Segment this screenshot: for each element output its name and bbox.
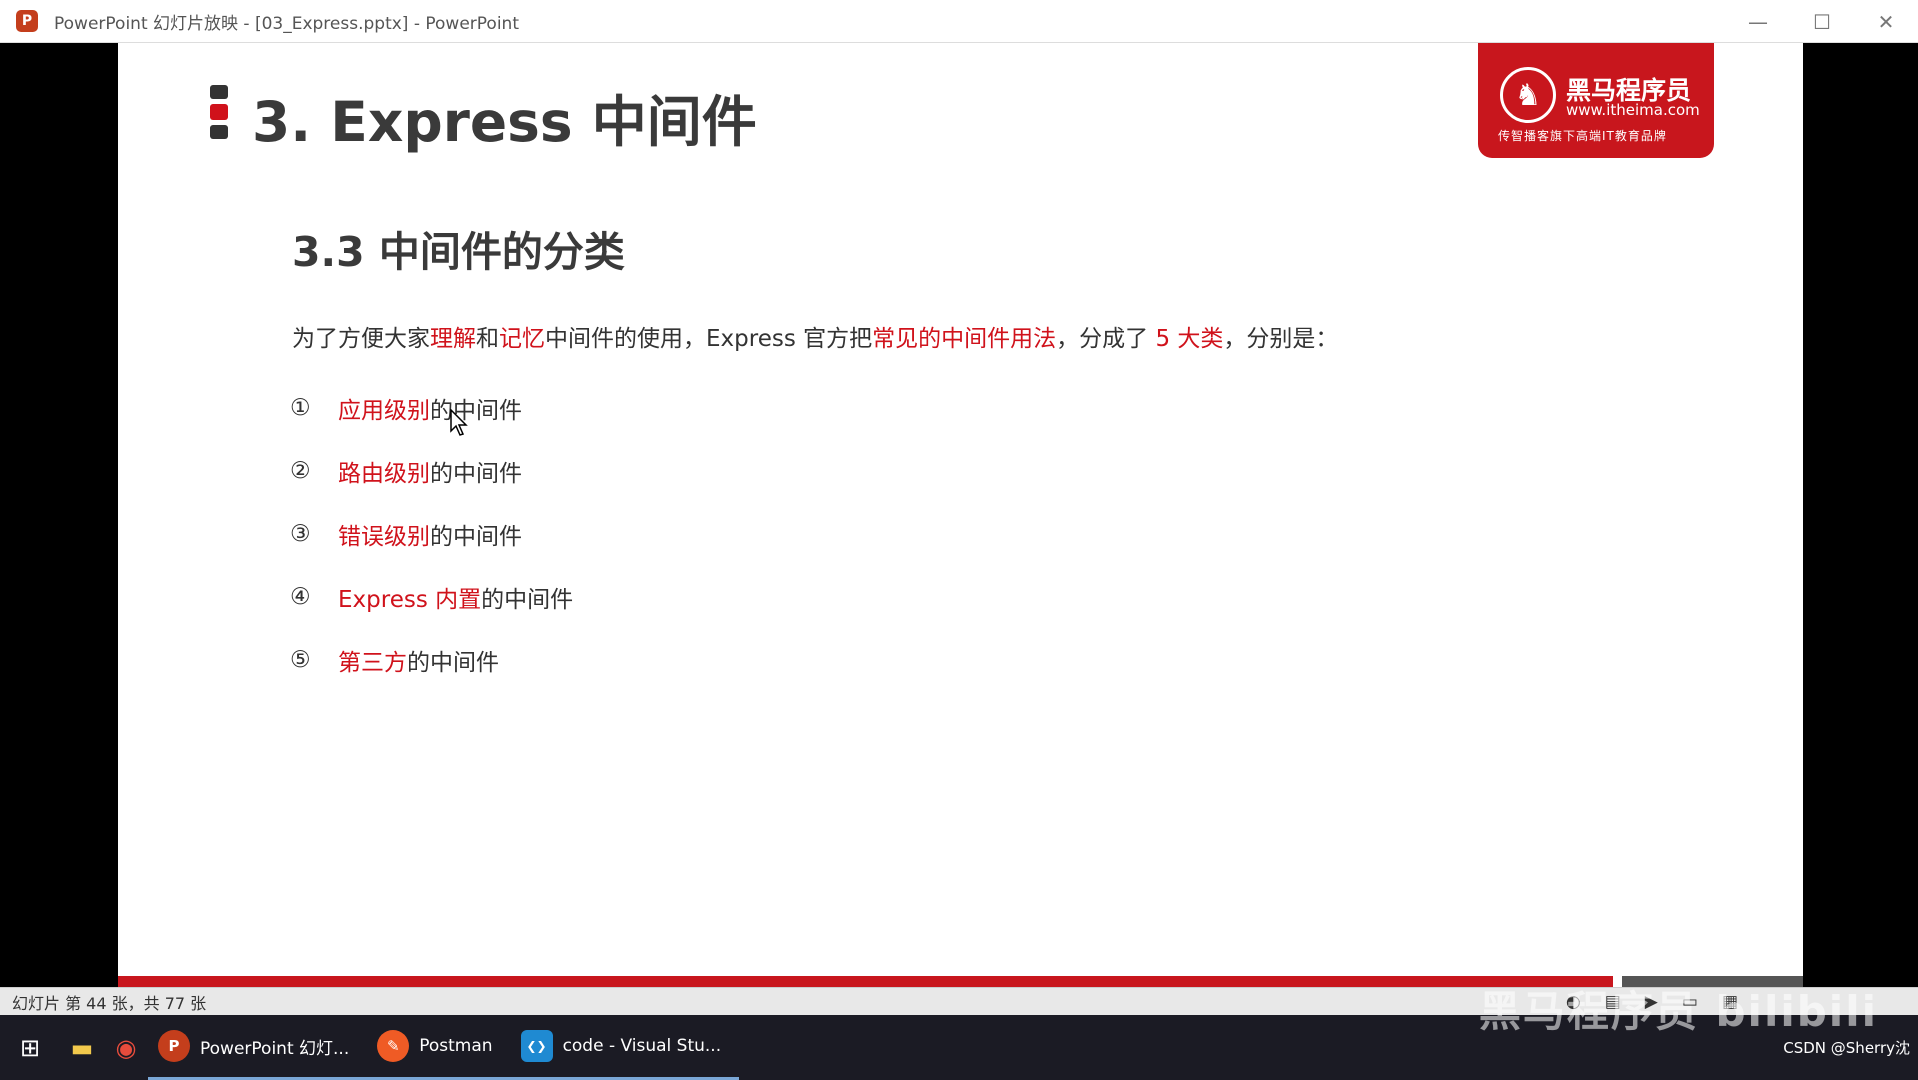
intro-part: 为了方便大家: [292, 326, 430, 352]
intro-part: 和: [476, 326, 499, 352]
list-item-text: 的中间件: [430, 523, 522, 550]
slide-subtitle: 3.3 中间件的分类: [292, 228, 625, 276]
list-item: ④ Express 内置 的中间件: [290, 565, 573, 628]
taskbar-app-powerpoint[interactable]: P PowerPoint 幻灯...: [148, 1015, 368, 1080]
list-item-text: 的中间件: [430, 397, 522, 424]
minimize-button[interactable]: —: [1726, 0, 1790, 43]
window-title: PowerPoint 幻灯片放映 - [03_Express.pptx] - P…: [54, 13, 519, 34]
slideshow-stage[interactable]: 3. Express 中间件 ♞ 黑马程序员 www.itheima.com 传…: [0, 43, 1918, 987]
list-item-highlight: 路由级别: [338, 460, 430, 487]
list-item-text: 的中间件: [430, 460, 522, 487]
slide-counter: 幻灯片 第 44 张，共 77 张: [12, 993, 207, 1013]
list-item-text: 的中间件: [407, 649, 499, 676]
taskbar-app-vscode[interactable]: ❮❯ code - Visual Stu...: [510, 1015, 740, 1080]
intro-highlight: 常见的中间件用法: [872, 326, 1057, 352]
intro-part: ，分成了: [1056, 326, 1156, 352]
chrome-icon[interactable]: ◉: [104, 1015, 148, 1080]
list-item: ⑤ 第三方 的中间件: [290, 628, 573, 691]
powerpoint-icon: P: [158, 1030, 190, 1062]
list-item-highlight: 第三方: [338, 649, 407, 676]
close-button[interactable]: ✕: [1854, 0, 1918, 43]
slide[interactable]: 3. Express 中间件 ♞ 黑马程序员 www.itheima.com 传…: [118, 43, 1803, 987]
logo-url: www.itheima.com: [1566, 101, 1700, 119]
intro-highlight: 记忆: [499, 326, 545, 352]
intro-part: 中间件的使用，Express 官方把: [545, 326, 873, 352]
intro-highlight: 5 大类: [1155, 326, 1224, 352]
list-item-number: ⑤: [290, 646, 311, 673]
slide-title: 3. Express 中间件: [252, 90, 757, 154]
list-item-highlight: 错误级别: [338, 523, 430, 550]
bilibili-watermark: 黑马程序员 bilibili: [1478, 987, 1878, 1036]
postman-icon: ✎: [377, 1030, 410, 1062]
window-titlebar: P PowerPoint 幻灯片放映 - [03_Express.pptx] -…: [0, 0, 1918, 43]
slide-footer-red-bar: [118, 976, 1613, 987]
intro-highlight: 理解: [430, 326, 476, 352]
list-item-highlight: Express 内置: [338, 586, 482, 613]
list-item: ② 路由级别 的中间件: [290, 439, 573, 502]
taskbar-app-label: PowerPoint 幻灯...: [200, 1038, 350, 1059]
file-explorer-icon[interactable]: ▬: [60, 1015, 104, 1080]
intro-part: ，分别是：: [1223, 326, 1339, 352]
window-controls: — ☐ ✕: [1726, 0, 1918, 43]
title-mark-icon: [210, 85, 228, 139]
taskbar-app-label: Postman: [419, 1036, 493, 1056]
list-item-number: ④: [290, 583, 311, 610]
list-item: ③ 错误级别 的中间件: [290, 502, 573, 565]
list-item-text: 的中间件: [481, 586, 574, 613]
taskbar-app-postman[interactable]: ✎ Postman: [367, 1015, 511, 1080]
middleware-category-list: ① 应用级别 的中间件 ② 路由级别 的中间件 ③ 错误级别 的中间件 ④ Expre…: [290, 376, 573, 691]
powerpoint-icon: P: [16, 10, 38, 32]
list-item-highlight: 应用级别: [338, 397, 430, 424]
intro-text: 为了方便大家理解和记忆中间件的使用，Express 官方把常见的中间件用法，分成…: [292, 319, 1338, 353]
tray-text: CSDN @Sherry沈: [1783, 1039, 1910, 1057]
maximize-button[interactable]: ☐: [1790, 0, 1854, 43]
windows-start-icon[interactable]: ⊞: [0, 1015, 60, 1080]
horse-logo-icon: ♞: [1500, 67, 1556, 123]
itheima-logo: ♞ 黑马程序员 www.itheima.com 传智播客旗下高端IT教育品牌: [1478, 43, 1714, 158]
list-item: ① 应用级别 的中间件: [290, 376, 573, 439]
taskbar-app-label: code - Visual Stu...: [562, 1036, 722, 1056]
mouse-cursor-icon: [450, 409, 468, 436]
logo-slogan: 传智播客旗下高端IT教育品牌: [1498, 129, 1667, 143]
list-item-number: ③: [290, 520, 311, 547]
vscode-icon: ❮❯: [520, 1030, 553, 1062]
list-item-number: ②: [290, 457, 311, 484]
list-item-number: ①: [290, 394, 311, 421]
